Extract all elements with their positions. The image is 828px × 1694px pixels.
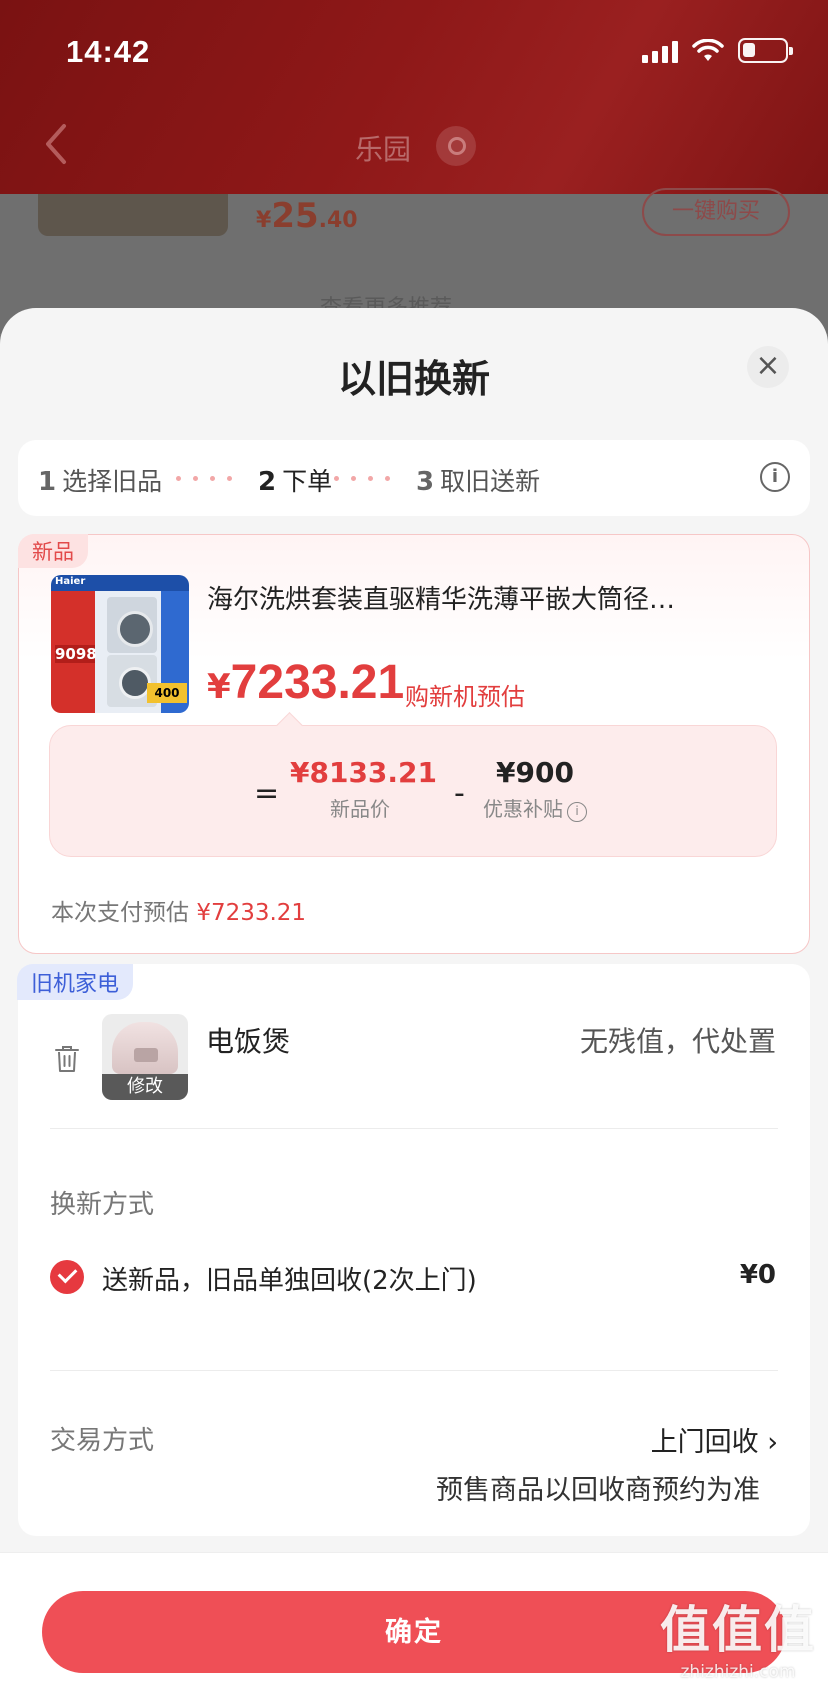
new-product-tag: 新品 bbox=[18, 534, 88, 568]
price-breakdown: = ¥8133.21 新品价 - ¥900 优惠补贴 i bbox=[49, 725, 777, 857]
exchange-option[interactable]: 送新品，旧品单独回收(2次上门) bbox=[102, 1260, 477, 1297]
info-icon[interactable]: i bbox=[760, 462, 790, 492]
trade-method-selector[interactable]: 上门回收 › bbox=[651, 1420, 778, 1459]
price-estimate-label: 购新机预估 bbox=[405, 683, 525, 711]
exchange-price: ¥0 bbox=[739, 1260, 776, 1290]
background-product-image bbox=[38, 194, 228, 236]
signal-icon bbox=[642, 39, 678, 63]
nav-title: 乐园 bbox=[355, 133, 412, 166]
watermark: 值值值 zhizhizhi.com bbox=[660, 1590, 816, 1682]
modify-button[interactable]: 修改 bbox=[102, 1074, 188, 1100]
divider bbox=[50, 1128, 778, 1129]
step-dots bbox=[176, 476, 232, 481]
one-click-buy-button: 一键购买 bbox=[642, 188, 790, 236]
old-appliance-name: 电饭煲 bbox=[206, 1025, 291, 1058]
watermark-logo: 值值值 bbox=[660, 1601, 816, 1659]
back-arrow-icon[interactable] bbox=[40, 122, 70, 166]
background-price: ¥25.40 bbox=[256, 196, 358, 236]
location-pin-icon[interactable] bbox=[436, 126, 476, 166]
battery-icon bbox=[738, 38, 793, 63]
status-bar: 14:42 bbox=[0, 0, 828, 100]
watermark-site: zhizhizhi.com bbox=[680, 1662, 796, 1682]
equals-sign: = bbox=[254, 776, 280, 811]
subsidy-block[interactable]: ¥900 优惠补贴 i bbox=[470, 756, 600, 822]
trade-method-label: 交易方式 bbox=[50, 1426, 155, 1456]
subsidy-label: 优惠补贴 i bbox=[470, 793, 600, 822]
step-select-old: 1 选择旧品 bbox=[38, 467, 163, 497]
trade-in-sheet: 以旧换新 × 1 选择旧品 2 下单 3 取旧送新 i 新品 Haier 9098 4… bbox=[0, 308, 828, 1694]
new-product-name[interactable]: 海尔洗烘套装直驱精华洗薄平嵌大筒径… bbox=[207, 579, 777, 616]
step-pickup-deliver: 3 取旧送新 bbox=[416, 467, 541, 497]
new-price-block: ¥8133.21 新品价 bbox=[290, 756, 438, 822]
close-button[interactable]: × bbox=[747, 346, 789, 388]
rice-cooker-icon bbox=[112, 1022, 178, 1074]
step-dots bbox=[334, 476, 390, 481]
checkmark-icon[interactable] bbox=[50, 1260, 84, 1294]
new-product-image[interactable]: Haier 9098 400 bbox=[51, 575, 189, 713]
new-price-label: 新品价 bbox=[330, 797, 390, 821]
old-appliance-card: 旧机家电 修改 电饭煲 无残值，代处置 换新方式 送新品，旧品单独回收(2次上门… bbox=[17, 964, 810, 1536]
new-price-amount: ¥8133.21 bbox=[290, 756, 438, 789]
new-product-card: 新品 Haier 9098 400 海尔洗烘套装直驱精华洗薄平嵌大筒径… ¥72… bbox=[18, 534, 810, 954]
progress-steps: 1 选择旧品 2 下单 3 取旧送新 i bbox=[18, 440, 810, 516]
old-appliance-image[interactable]: 修改 bbox=[102, 1014, 188, 1100]
trade-method-note: 预售商品以回收商预约为准 bbox=[436, 1475, 760, 1506]
minus-sign: - bbox=[454, 776, 465, 811]
step-place-order: 2 下单 bbox=[258, 467, 333, 497]
new-product-price: ¥7233.21 bbox=[207, 656, 405, 709]
old-appliance-tag: 旧机家电 bbox=[17, 964, 134, 1000]
subsidy-info-icon[interactable]: i bbox=[567, 802, 587, 822]
status-time: 14:42 bbox=[66, 34, 151, 69]
wifi-icon bbox=[692, 39, 724, 61]
status-icons bbox=[642, 38, 793, 63]
subsidy-amount: ¥900 bbox=[496, 756, 574, 789]
payment-estimate: 本次支付预估 ¥7233.21 bbox=[51, 900, 307, 926]
sheet-title: 以旧换新 bbox=[337, 357, 490, 401]
exchange-method-label: 换新方式 bbox=[50, 1190, 155, 1220]
divider bbox=[50, 1370, 778, 1371]
trash-icon[interactable] bbox=[54, 1044, 80, 1074]
old-appliance-value: 无残值，代处置 bbox=[579, 1025, 776, 1058]
